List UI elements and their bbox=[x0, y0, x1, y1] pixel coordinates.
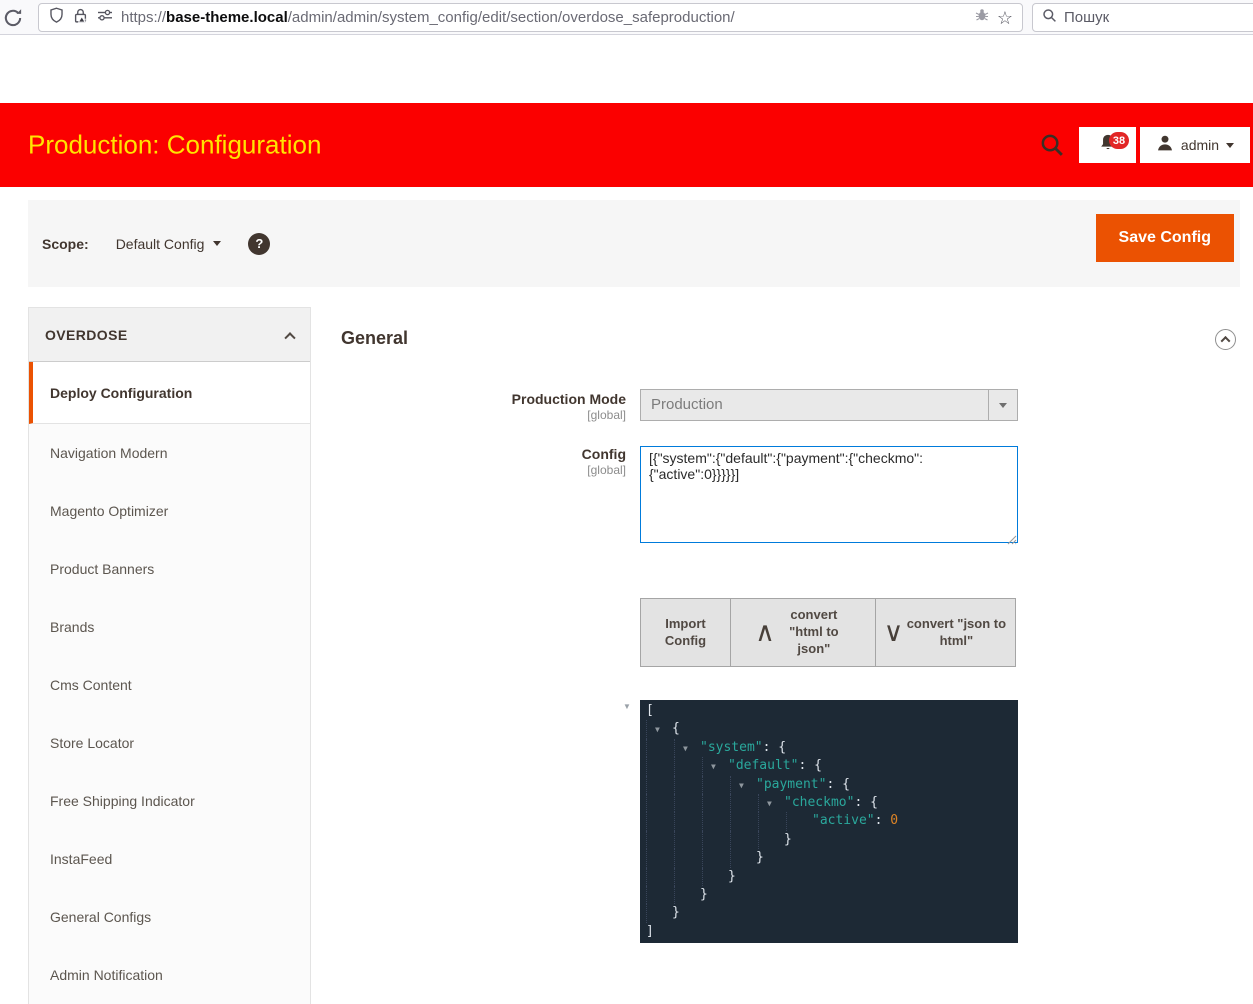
sidebar-section-title: OVERDOSE bbox=[45, 327, 128, 343]
collapse-triangle-icon[interactable]: ▼ bbox=[683, 740, 688, 758]
username-label: admin bbox=[1181, 137, 1219, 153]
url-path: /admin/admin/system_config/edit/section/… bbox=[288, 9, 735, 26]
json-line: ▼"payment": { bbox=[640, 776, 1018, 794]
notifications-button[interactable]: 38 bbox=[1079, 127, 1136, 163]
permissions-icon[interactable] bbox=[96, 7, 114, 28]
json-line: ▼"checkmo": { bbox=[640, 794, 1018, 812]
json-line: "active": 0 bbox=[640, 812, 1018, 830]
scope-label: Scope: bbox=[42, 236, 89, 252]
scope-bar: Scope: Default Config ? Save Config bbox=[28, 200, 1240, 287]
convert-json-to-html-button[interactable]: ∨ convert "json to html" bbox=[875, 598, 1016, 667]
caret-down-icon: ∨ bbox=[884, 615, 904, 650]
collapse-triangle-icon[interactable]: ▼ bbox=[711, 758, 716, 776]
config-textarea[interactable]: [{"system":{"default":{"payment":{"check… bbox=[640, 446, 1018, 543]
sidebar-item-deploy-configuration[interactable]: Deploy Configuration bbox=[29, 362, 310, 424]
url-host: base-theme.local bbox=[166, 9, 288, 26]
section-title: General bbox=[341, 328, 408, 349]
production-mode-select[interactable]: Production bbox=[640, 389, 1018, 421]
scope-value: Default Config bbox=[116, 236, 205, 252]
general-section: General Production Mode [global] Product… bbox=[341, 325, 1240, 977]
save-config-button[interactable]: Save Config bbox=[1096, 214, 1234, 262]
chevron-up-icon bbox=[284, 332, 295, 343]
browser-toolbar: https://base-theme.local/admin/admin/sys… bbox=[0, 0, 1253, 35]
search-input[interactable] bbox=[1064, 9, 1204, 26]
scope-hint-global: [global] bbox=[341, 464, 626, 478]
chevron-down-icon bbox=[999, 403, 1007, 408]
account-menu[interactable]: admin bbox=[1140, 127, 1250, 163]
collapse-triangle-icon[interactable]: ▼ bbox=[739, 777, 744, 795]
browser-search-box[interactable] bbox=[1032, 3, 1253, 32]
json-line: } bbox=[640, 831, 1018, 849]
json-line: ▼{ bbox=[640, 720, 1018, 738]
convert-button-group: Import Config ∧ convert "html to json" ∨… bbox=[640, 598, 1016, 667]
bookmark-star-icon[interactable]: ☆ bbox=[997, 9, 1013, 27]
sidebar-item-store-locator[interactable]: Store Locator bbox=[29, 714, 310, 772]
notification-badge: 38 bbox=[1109, 132, 1129, 149]
help-button[interactable]: ? bbox=[248, 233, 270, 255]
debugger-icon[interactable] bbox=[974, 7, 990, 28]
url-text[interactable]: https://base-theme.local/admin/admin/sys… bbox=[121, 9, 735, 26]
json-line: } bbox=[640, 849, 1018, 867]
production-mode-value: Production bbox=[651, 396, 723, 413]
sidebar-item-navigation-modern[interactable]: Navigation Modern bbox=[29, 424, 310, 482]
sidebar-item-general-configs[interactable]: General Configs bbox=[29, 888, 310, 946]
collapse-triangle-icon[interactable]: ▼ bbox=[767, 795, 772, 813]
json-line: ▼"default": { bbox=[640, 757, 1018, 775]
collapse-triangle-icon[interactable]: ▼ bbox=[655, 721, 660, 739]
url-scheme: https:// bbox=[121, 9, 166, 26]
sidebar-item-cms-content[interactable]: Cms Content bbox=[29, 656, 310, 714]
search-icon bbox=[1042, 8, 1057, 28]
chevron-down-icon bbox=[213, 241, 221, 246]
json-line: } bbox=[640, 904, 1018, 922]
select-arrow-box bbox=[988, 390, 1017, 420]
reload-icon[interactable] bbox=[2, 7, 24, 29]
admin-search-icon[interactable] bbox=[1040, 133, 1064, 157]
section-collapse-button[interactable] bbox=[1215, 329, 1236, 350]
sidebar-item-product-banners[interactable]: Product Banners bbox=[29, 540, 310, 598]
user-icon bbox=[1156, 134, 1174, 157]
sidebar-item-magento-optimizer[interactable]: Magento Optimizer bbox=[29, 482, 310, 540]
convert-html-to-json-button[interactable]: ∧ convert "html to json" bbox=[730, 598, 876, 667]
config-label: Config [global] bbox=[341, 446, 626, 478]
json-line: } bbox=[640, 886, 1018, 904]
json-tree-viewer: [ ▼{ ▼"system": { ▼"default": { ▼"paymen… bbox=[640, 700, 1018, 943]
json-line: ▼"system": { bbox=[640, 739, 1018, 757]
json-line: ] bbox=[640, 923, 1018, 941]
page-title: Production: Configuration bbox=[28, 130, 321, 161]
config-sidebar: OVERDOSE Deploy Configuration Navigation… bbox=[28, 307, 311, 1004]
sidebar-item-admin-notification[interactable]: Admin Notification bbox=[29, 946, 310, 1004]
chevron-down-icon bbox=[1226, 143, 1234, 148]
sidebar-item-free-shipping-indicator[interactable]: Free Shipping Indicator bbox=[29, 772, 310, 830]
production-mode-label: Production Mode [global] bbox=[341, 391, 626, 423]
sidebar-item-instafeed[interactable]: InstaFeed bbox=[29, 830, 310, 888]
scope-hint-global: [global] bbox=[341, 409, 626, 423]
shield-icon[interactable] bbox=[48, 7, 65, 29]
json-root-collapse-icon[interactable]: ▼ bbox=[623, 702, 631, 711]
address-bar[interactable]: https://base-theme.local/admin/admin/sys… bbox=[38, 3, 1023, 32]
page-banner: Production: Configuration 38 admin bbox=[0, 103, 1253, 187]
chevron-up-icon bbox=[1221, 336, 1231, 346]
json-line: [ bbox=[640, 702, 1018, 720]
import-config-button[interactable]: Import Config bbox=[640, 598, 731, 667]
json-line: } bbox=[640, 868, 1018, 886]
caret-up-icon: ∧ bbox=[755, 615, 775, 650]
sidebar-section-overdose[interactable]: OVERDOSE bbox=[29, 308, 310, 362]
scope-switcher[interactable]: Default Config bbox=[116, 236, 222, 252]
sidebar-item-brands[interactable]: Brands bbox=[29, 598, 310, 656]
lock-warning-icon[interactable] bbox=[72, 7, 89, 29]
